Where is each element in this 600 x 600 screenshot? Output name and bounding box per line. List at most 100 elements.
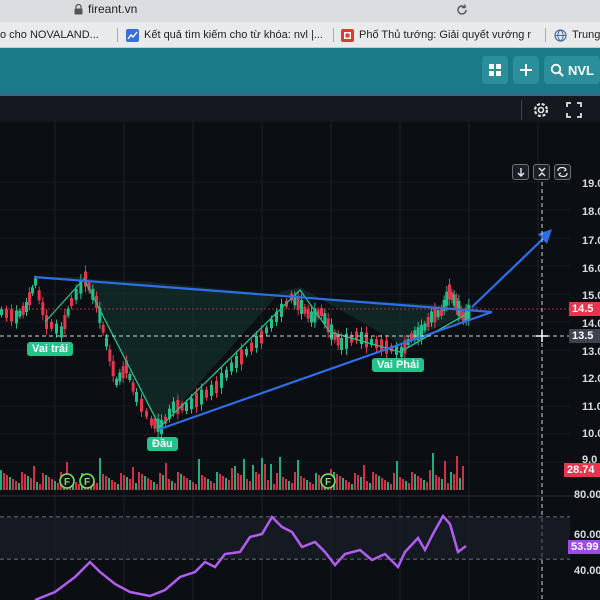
- tab-pho-thu-tuong[interactable]: Phố Thủ tướng: Giải quyết vướng m...: [341, 22, 531, 48]
- globe-favicon-icon: [554, 28, 567, 42]
- candle-body: [5, 309, 8, 319]
- volume-bar: [381, 478, 383, 490]
- volume-bar: [6, 475, 8, 490]
- volume-bar: [36, 482, 38, 490]
- candle-body: [245, 349, 248, 355]
- tab-separator: [117, 28, 118, 42]
- search-icon: [550, 63, 564, 77]
- volume-bar: [219, 474, 221, 490]
- volume-bar: [336, 474, 338, 490]
- volume-bar: [357, 475, 359, 490]
- candle-body: [115, 379, 118, 385]
- volume-bar: [312, 484, 314, 490]
- volume-bar: [144, 476, 146, 490]
- volume-bar: [21, 472, 23, 490]
- price-axis-label: 12.0: [582, 373, 600, 385]
- volume-bar: [396, 461, 398, 490]
- volume-bar: [174, 483, 176, 490]
- volume-bar: [51, 479, 53, 490]
- volume-bar: [264, 464, 266, 490]
- volume-bar: [303, 478, 305, 490]
- event-f-marker-text: F: [325, 477, 331, 488]
- candle-body: [50, 321, 53, 329]
- browser-url-bar[interactable]: fireant.vn: [0, 0, 600, 22]
- volume-bar: [339, 476, 341, 490]
- volume-bar: [411, 472, 413, 490]
- volume-bar: [150, 480, 152, 490]
- volume-bar: [135, 483, 137, 490]
- collapse-button[interactable]: [533, 164, 550, 180]
- reload-icon[interactable]: [455, 3, 469, 17]
- volume-bar: [420, 478, 422, 490]
- volume-bar: [462, 466, 464, 490]
- candle-body: [205, 389, 208, 398]
- price-axis-label: 10.0: [582, 428, 600, 440]
- plus-icon: [520, 64, 532, 76]
- tab-novaland[interactable]: o cho NOVALAND...: [0, 22, 112, 48]
- scroll-down-button[interactable]: [512, 164, 529, 180]
- current-price-tag: 14.5: [569, 302, 600, 316]
- price-axis-label: 15.0: [582, 290, 600, 302]
- candle-body: [21, 305, 25, 315]
- candle-body: [135, 392, 138, 402]
- candle-body: [31, 287, 34, 294]
- symbol-text: NVL: [568, 62, 594, 78]
- candle-body: [433, 308, 437, 323]
- candle-body: [118, 372, 122, 382]
- volume-bar: [453, 474, 455, 490]
- volume-bar: [0, 470, 2, 490]
- candle-body: [445, 291, 449, 306]
- volume-bar: [138, 472, 140, 490]
- grid-icon: [489, 64, 501, 76]
- volume-bar: [309, 482, 311, 490]
- refresh-chart-button[interactable]: [554, 164, 571, 180]
- candle-body: [145, 410, 148, 417]
- volume-bar: [279, 457, 281, 490]
- volume-bar: [117, 484, 119, 490]
- candle-body: [190, 398, 193, 410]
- volume-bar: [276, 473, 278, 490]
- candle-body: [128, 374, 132, 380]
- candle-body: [235, 356, 238, 368]
- candle-body: [430, 311, 433, 323]
- candle-body: [176, 400, 180, 414]
- symbol-search-button[interactable]: NVL: [544, 56, 600, 84]
- volume-bar: [291, 483, 293, 490]
- candle-body: [340, 338, 343, 350]
- volume-bar: [147, 478, 149, 490]
- volume-bar: [399, 477, 401, 490]
- volume-bar: [372, 472, 374, 490]
- chart-subbar: [0, 92, 600, 122]
- rsi-axis-label: 40.00: [574, 565, 600, 577]
- event-f-marker-text: F: [84, 477, 90, 488]
- layout-grid-button[interactable]: [482, 56, 508, 84]
- volume-bar: [285, 479, 287, 490]
- volume-bar: [165, 463, 167, 490]
- url-text: fireant.vn: [88, 2, 138, 16]
- volume-bar: [423, 480, 425, 490]
- volume-bar: [9, 477, 11, 490]
- candle-body: [150, 418, 153, 426]
- add-button[interactable]: [513, 56, 539, 84]
- tab-trung-tam[interactable]: Trung t: [554, 22, 600, 48]
- volume-bar: [99, 458, 101, 490]
- volume-bar: [261, 458, 263, 490]
- volume-bar: [168, 479, 170, 490]
- volume-bar: [120, 473, 122, 490]
- candle-body: [255, 336, 258, 348]
- settings-gear-icon[interactable]: [531, 100, 551, 120]
- lock-icon: [74, 4, 83, 15]
- volume-bar: [225, 478, 227, 490]
- price-chart[interactable]: FFF: [0, 122, 600, 600]
- app-toolbar: NVL: [0, 48, 600, 92]
- candle-body: [265, 327, 268, 334]
- fullscreen-icon[interactable]: [565, 101, 583, 119]
- volume-bar: [450, 472, 452, 490]
- candle-body: [185, 403, 188, 411]
- volume-bar: [48, 477, 50, 490]
- volume-bar: [258, 474, 260, 490]
- volume-bar: [342, 478, 344, 490]
- tab-search-results[interactable]: Kết quả tìm kiếm cho từ khóa: nvl |...: [126, 22, 326, 48]
- volume-bar: [345, 480, 347, 490]
- volume-bar: [459, 478, 461, 490]
